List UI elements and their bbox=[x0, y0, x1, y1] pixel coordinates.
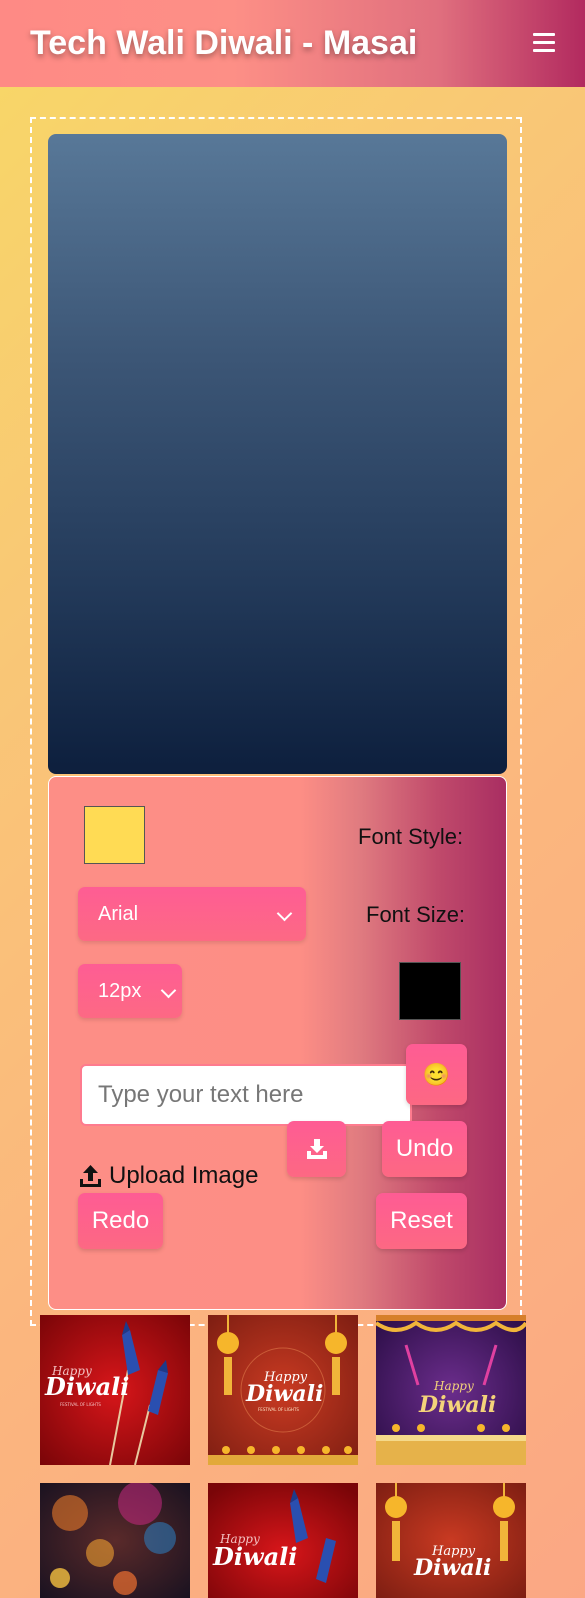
upload-icon bbox=[80, 1165, 101, 1187]
template-thumbnail[interactable]: Happy Diwali bbox=[376, 1315, 526, 1465]
template-thumbnail[interactable] bbox=[40, 1483, 190, 1598]
template-thumbnail[interactable]: Happy Diwali bbox=[376, 1483, 526, 1598]
text-input[interactable] bbox=[80, 1064, 412, 1126]
text-color-picker[interactable] bbox=[84, 806, 145, 864]
download-button[interactable] bbox=[287, 1121, 346, 1177]
font-size-label: Font Size: bbox=[366, 902, 466, 927]
upload-image-button[interactable]: Upload Image bbox=[79, 1156, 258, 1196]
hamburger-menu-icon[interactable] bbox=[533, 33, 555, 53]
upload-image-label: Upload Image bbox=[109, 1162, 259, 1189]
svg-text:Diwali: Diwali bbox=[245, 1381, 323, 1407]
diwali-bokeh-image bbox=[40, 1483, 190, 1598]
font-size-value: 12px bbox=[98, 980, 142, 1002]
template-thumbnail[interactable]: Happy Diwali FESTIVAL OF LIGHTS bbox=[208, 1315, 358, 1465]
chevron-down-icon bbox=[160, 982, 177, 999]
diwali-lamps-image: Happy Diwali FESTIVAL OF LIGHTS bbox=[208, 1315, 358, 1465]
undo-button[interactable]: Undo bbox=[382, 1121, 467, 1177]
svg-text:Diwali: Diwali bbox=[413, 1555, 491, 1581]
font-size-select[interactable]: 12px bbox=[78, 964, 182, 1018]
svg-text:FESTIVAL OF LIGHTS: FESTIVAL OF LIGHTS bbox=[60, 1402, 101, 1407]
download-icon bbox=[306, 1139, 327, 1159]
svg-text:Diwali: Diwali bbox=[212, 1542, 297, 1571]
emoji-button[interactable]: 😊 bbox=[406, 1044, 467, 1105]
design-canvas[interactable] bbox=[48, 134, 507, 774]
redo-button[interactable]: Redo bbox=[78, 1193, 163, 1249]
template-thumbnail[interactable]: Happy Diwali FESTIVAL OF LIGHTS bbox=[40, 1315, 190, 1465]
background-color-picker[interactable] bbox=[399, 962, 461, 1020]
app-header: Tech Wali Diwali - Masai bbox=[0, 0, 585, 87]
diwali-rockets-image: Happy Diwali FESTIVAL OF LIGHTS bbox=[40, 1315, 190, 1465]
svg-text:Happy: Happy bbox=[433, 1379, 474, 1393]
redo-label: Redo bbox=[91, 1207, 150, 1234]
svg-text:Diwali: Diwali bbox=[418, 1392, 496, 1418]
chevron-down-icon bbox=[276, 905, 293, 922]
undo-label: Undo bbox=[395, 1135, 454, 1162]
reset-button[interactable]: Reset bbox=[376, 1193, 467, 1249]
diwali-rockets-image: Happy Diwali bbox=[208, 1483, 358, 1598]
font-family-value: Arial bbox=[98, 903, 139, 925]
emoji-icon: 😊 bbox=[422, 1062, 451, 1087]
template-thumbnail[interactable]: Happy Diwali bbox=[208, 1483, 358, 1598]
svg-text:Diwali: Diwali bbox=[44, 1372, 129, 1401]
svg-text:FESTIVAL OF LIGHTS: FESTIVAL OF LIGHTS bbox=[258, 1407, 299, 1412]
reset-label: Reset bbox=[390, 1207, 453, 1234]
font-family-select[interactable]: Arial bbox=[78, 887, 306, 941]
app-title: Tech Wali Diwali - Masai bbox=[30, 24, 418, 62]
diwali-stage-image: Happy Diwali bbox=[376, 1315, 526, 1465]
font-style-label: Font Style: bbox=[358, 824, 464, 849]
diwali-lamps-image: Happy Diwali bbox=[376, 1483, 526, 1598]
